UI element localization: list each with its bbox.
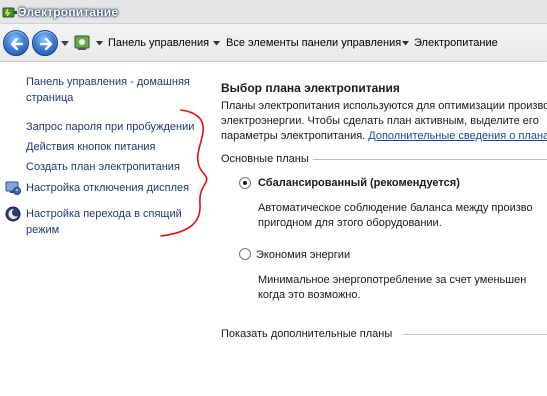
back-button[interactable]	[3, 30, 29, 56]
breadcrumb-separator-icon[interactable]	[96, 41, 103, 46]
plan-label-power-saver[interactable]: Экономия энергии	[256, 249, 350, 261]
power-options-icon	[2, 4, 18, 20]
sleep-moon-icon	[5, 206, 21, 222]
address-bar: Панель управления Все элементы панели уп…	[0, 24, 547, 62]
breadcrumb-separator-icon[interactable]	[213, 41, 220, 46]
breadcrumb-separator-icon[interactable]	[402, 41, 409, 46]
window-title: Электропитание	[18, 5, 119, 19]
plan-label-balanced[interactable]: Сбалансированный (рекомендуется)	[258, 177, 460, 189]
plan-description-balanced: Автоматическое соблюдение баланса между …	[258, 202, 533, 229]
breadcrumb-all-items[interactable]: Все элементы панели управления	[226, 37, 401, 49]
forward-button[interactable]	[32, 30, 58, 56]
plan-radio-power-saver[interactable]	[239, 248, 251, 260]
arrow-left-icon	[10, 37, 24, 51]
section-divider	[313, 159, 547, 160]
show-more-plans-toggle[interactable]: Показать дополнительные планы	[221, 328, 392, 340]
breadcrumb-power-options[interactable]: Электропитание	[414, 37, 498, 49]
page-title: Выбор плана электропитания	[221, 81, 400, 95]
breadcrumb-control-panel[interactable]: Панель управления	[108, 37, 209, 49]
recent-pages-dropdown-icon[interactable]	[61, 41, 69, 47]
radio-selected-dot	[243, 181, 247, 185]
display-power-icon	[5, 180, 21, 196]
more-info-link[interactable]: Дополнительные сведения о планах	[368, 130, 547, 142]
control-panel-icon	[73, 33, 93, 53]
arrow-right-icon	[39, 37, 53, 51]
control-panel-home-link[interactable]: Панель управления - домашняя страница	[26, 74, 201, 106]
annotation-bracket-icon	[160, 109, 208, 237]
page-description: Планы электропитания используются для оп…	[221, 99, 547, 144]
main-content: Выбор плана электропитания Планы электро…	[210, 63, 547, 396]
plan-description-power-saver: Минимальное энергопотребление за счет ум…	[258, 274, 527, 301]
window-titlebar: Электропитание	[0, 0, 547, 24]
plan-radio-balanced[interactable]	[239, 177, 251, 189]
section-divider	[403, 334, 547, 335]
sidebar-item-power-buttons[interactable]: Действия кнопок питания	[26, 139, 156, 155]
section-header-main-plans: Основные планы	[221, 153, 309, 165]
